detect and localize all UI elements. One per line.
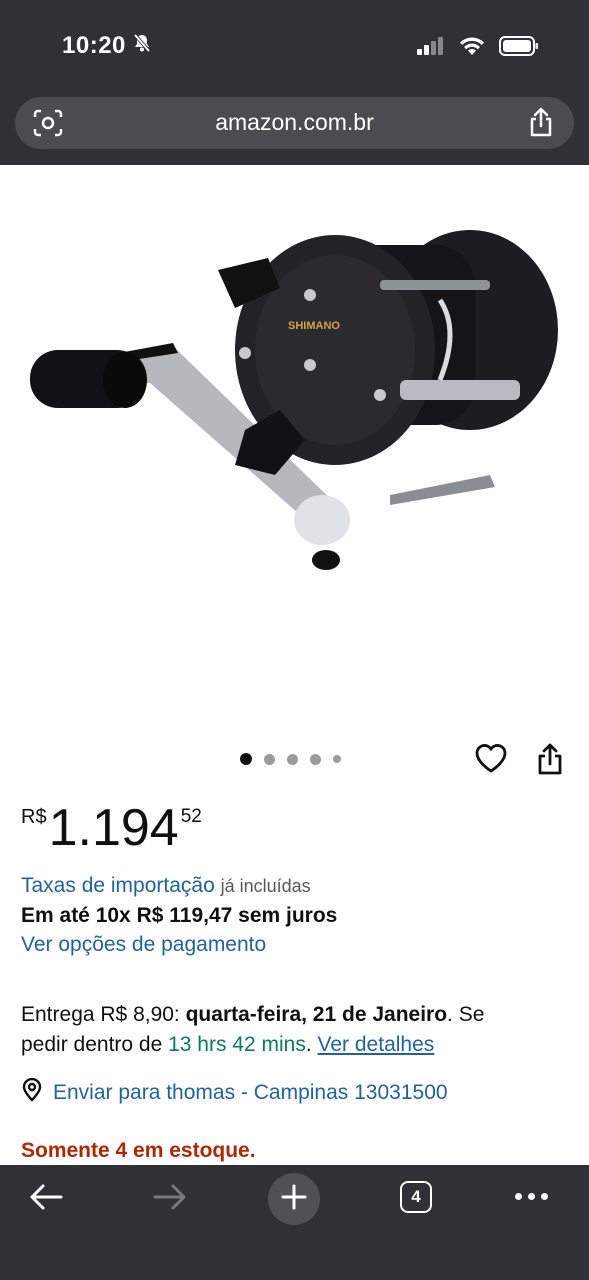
delivery-details-link[interactable]: Ver detalhes [318,1033,435,1056]
delivery-mid: . Se [447,1003,485,1026]
forward-arrow-icon[interactable] [152,1181,188,1218]
delivery-line2-mid: . [305,1033,318,1056]
delivery-line-1: Entrega R$ 8,90: quarta-feira, 21 de Jan… [21,1003,484,1027]
plus-icon [280,1183,308,1216]
back-arrow-icon[interactable] [28,1181,64,1218]
url-text[interactable]: amazon.com.br [15,109,574,136]
delivery-prefix: Entrega R$ 8,90: [21,1003,186,1026]
tab-count: 4 [411,1187,421,1206]
carousel-dot[interactable] [310,753,321,765]
ship-to-link[interactable]: Enviar para thomas - Campinas 13031500 [53,1081,448,1105]
price-whole: 1.194 [48,799,179,857]
delivery-date: quarta-feira, 21 de Janeiro [185,1003,448,1026]
price-fraction: 52 [180,806,202,827]
ship-to-row[interactable]: Enviar para thomas - Campinas 13031500 [21,1077,448,1108]
address-bar[interactable]: amazon.com.br [15,97,574,149]
more-menu-icon[interactable] [515,1193,548,1200]
price-currency: R$ [21,806,47,828]
import-fees-link[interactable]: Taxas de importação [21,874,215,897]
tab-switcher-button[interactable]: 4 [400,1181,432,1213]
carousel-dot[interactable] [287,753,298,765]
stock-status: Somente 4 em estoque. [21,1139,256,1162]
carousel-dot[interactable] [240,753,252,765]
share-icon[interactable] [536,742,564,781]
signal-icon [417,37,445,60]
silent-bell-icon [132,32,152,60]
location-pin-icon [21,1077,43,1108]
browser-chrome-top: 10:20 amazon.com.br [0,0,589,165]
wifi-icon [459,37,485,61]
import-fees-row: Taxas de importação já incluídas [21,874,311,898]
status-icons [417,36,539,61]
battery-icon [499,36,539,61]
carousel-dot[interactable] [264,753,275,765]
brand-logo-text: SHIMANO [288,320,340,332]
installments-text: Em até 10x R$ 119,47 sem juros [21,904,338,927]
browser-toolbar-bottom: 4 [0,1165,589,1280]
new-tab-button[interactable] [268,1173,320,1225]
product-price: R$ 1.194 52 [21,798,202,858]
status-time: 10:20 [62,32,152,60]
share-icon[interactable] [528,107,554,142]
payment-options-link[interactable]: Ver opções de pagamento [21,933,266,957]
delivery-line2-prefix: pedir dentro de [21,1033,169,1056]
delivery-countdown: 13 hrs 42 mins [168,1033,306,1056]
import-fees-note: já incluídas [220,876,311,896]
carousel-dot[interactable] [333,755,341,763]
image-carousel-indicator[interactable] [240,753,341,765]
clock: 10:20 [62,32,126,59]
delivery-line-2: pedir dentro de 13 hrs 42 mins. Ver deta… [21,1033,434,1057]
product-image[interactable]: SHIMANO [0,165,589,735]
heart-icon[interactable] [474,742,508,779]
